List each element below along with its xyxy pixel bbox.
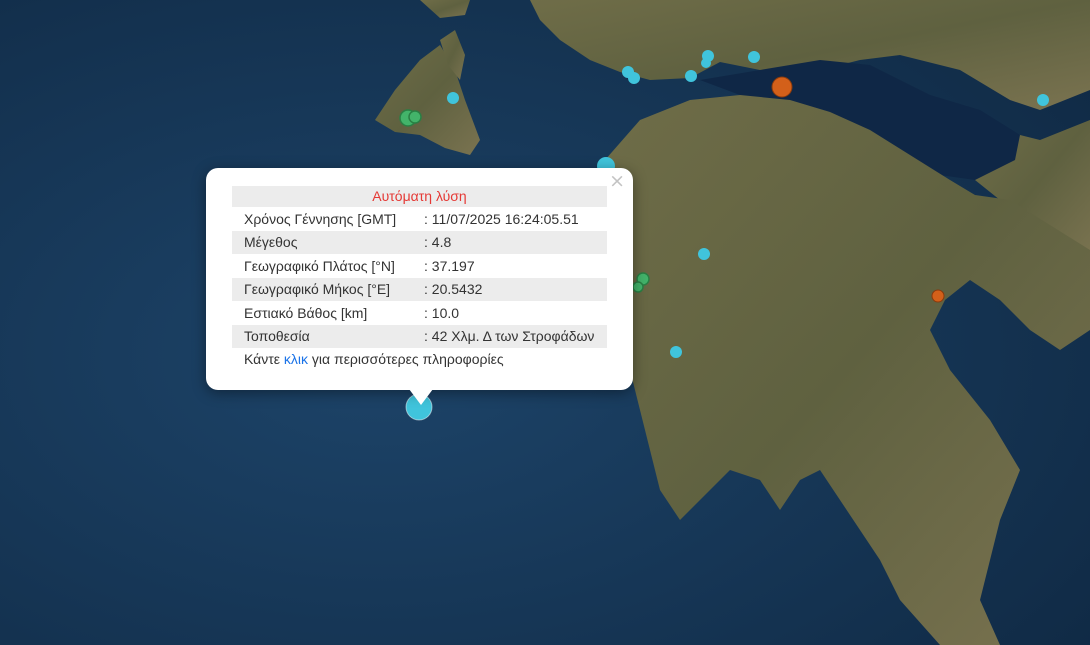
info-value: : 20.5432 xyxy=(424,277,607,301)
event-marker[interactable] xyxy=(701,58,711,68)
event-marker[interactable] xyxy=(447,92,459,104)
info-row-location: Τοποθεσία : 42 Χλμ. Δ των Στροφάδων xyxy=(232,324,607,348)
info-value: : 37.197 xyxy=(424,257,475,274)
info-row-latitude: Γεωγραφικό Πλάτος [°N] : 37.197 xyxy=(232,254,607,278)
info-label: Γεωγραφικό Μήκος [°E] xyxy=(232,277,424,301)
event-marker[interactable] xyxy=(628,72,640,84)
more-info-suffix: για περισσότερες πληροφορίες xyxy=(308,351,504,367)
popup-title: Αυτόματη λύση xyxy=(232,186,607,207)
info-value: : 10.0 xyxy=(424,304,460,321)
info-value: : 42 Χλμ. Δ των Στροφάδων xyxy=(424,324,607,348)
info-row-magnitude: Μέγεθος : 4.8 xyxy=(232,230,607,254)
info-row-origin-time: Χρόνος Γέννησης [GMT] : 11/07/2025 16:24… xyxy=(232,207,607,231)
event-marker[interactable] xyxy=(670,346,682,358)
event-marker[interactable] xyxy=(685,70,697,82)
info-value: : 11/07/2025 16:24:05.51 xyxy=(424,210,579,227)
info-row-depth: Εστιακό Βάθος [km] : 10.0 xyxy=(232,301,607,325)
event-marker[interactable] xyxy=(408,110,422,124)
more-info-text: Κάντε κλικ για περισσότερες πληροφορίες xyxy=(232,348,607,371)
event-marker[interactable] xyxy=(698,248,710,260)
close-icon[interactable]: × xyxy=(609,171,625,191)
event-info-table: Χρόνος Γέννησης [GMT] : 11/07/2025 16:24… xyxy=(232,207,607,348)
event-marker[interactable] xyxy=(1037,94,1049,106)
info-row-longitude: Γεωγραφικό Μήκος [°E] : 20.5432 xyxy=(232,277,607,301)
event-marker[interactable] xyxy=(931,289,945,303)
event-marker[interactable] xyxy=(771,76,793,98)
info-label: Μέγεθος xyxy=(232,230,424,254)
more-info-prefix: Κάντε xyxy=(244,351,284,367)
info-label: Τοποθεσία xyxy=(232,324,424,348)
info-value: : 4.8 xyxy=(424,230,607,254)
popup-content: Αυτόματη λύση Χρόνος Γέννησης [GMT] : 11… xyxy=(232,186,607,371)
event-popup: × Αυτόματη λύση Χρόνος Γέννησης [GMT] : … xyxy=(206,168,633,405)
event-marker[interactable] xyxy=(632,281,644,293)
info-label: Εστιακό Βάθος [km] xyxy=(244,304,368,321)
info-label: Γεωγραφικό Πλάτος [°N] xyxy=(244,257,395,274)
popup-tip xyxy=(409,389,433,405)
event-marker[interactable] xyxy=(748,51,760,63)
info-label: Χρόνος Γέννησης [GMT] xyxy=(244,210,397,227)
more-info-link[interactable]: κλικ xyxy=(284,351,308,367)
